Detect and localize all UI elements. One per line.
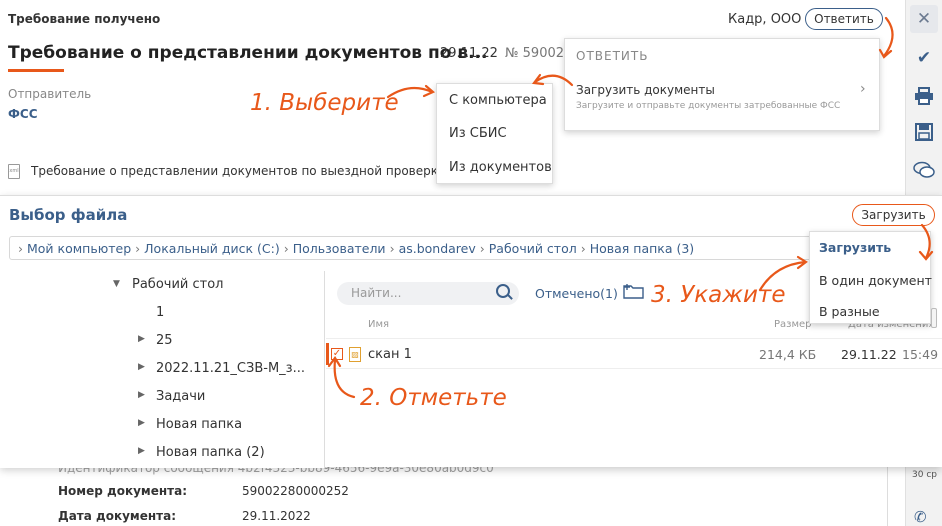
annotation-arrows (327, 16, 934, 399)
arrow-upload (920, 223, 931, 260)
annotation-step2: 2. Отметьте (360, 385, 507, 411)
arrow-step2 (333, 358, 356, 399)
annotation-step3: 3. Укажите (651, 282, 786, 308)
annotation-step1: 1. Выберите (250, 90, 399, 116)
